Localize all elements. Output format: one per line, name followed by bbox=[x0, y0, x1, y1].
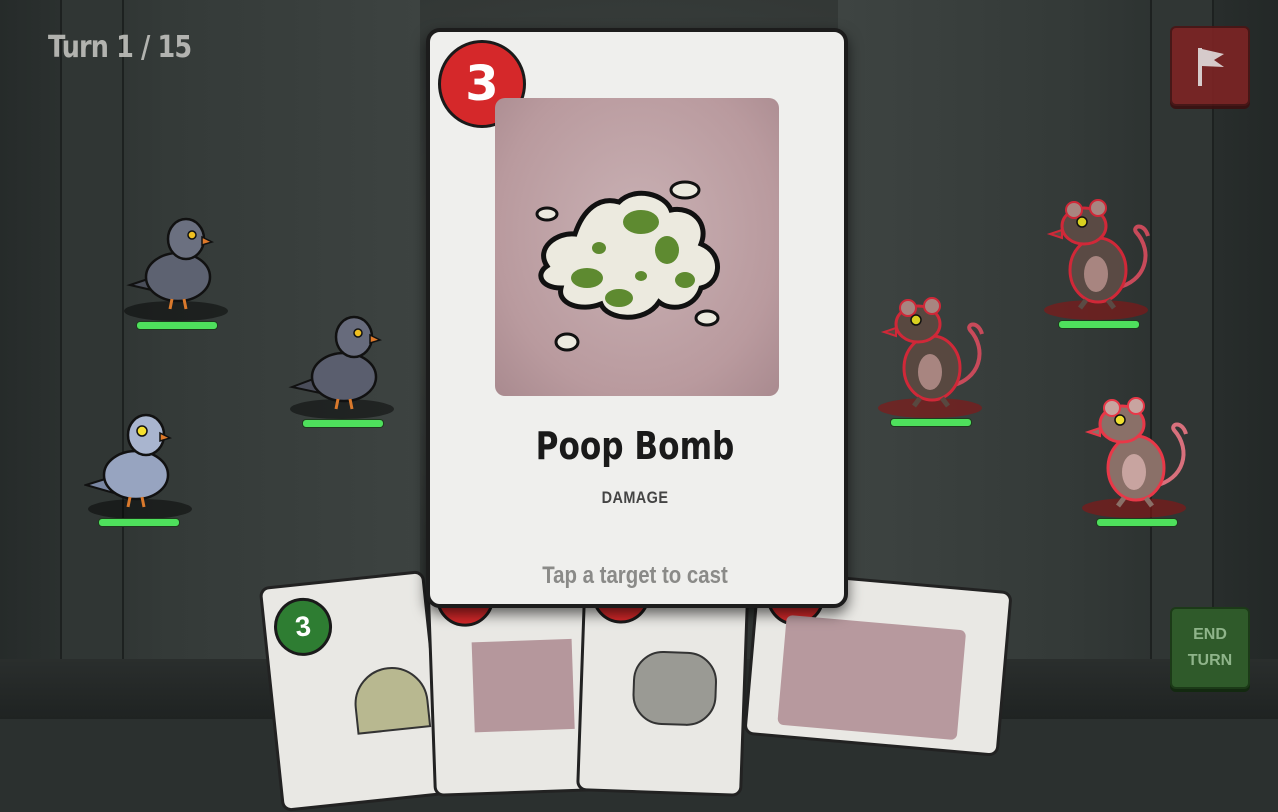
card-cost-badge: 3 bbox=[271, 595, 335, 659]
rat-sprite bbox=[1046, 199, 1150, 310]
end-turn-label-line1: END bbox=[1193, 626, 1227, 643]
pigeon-sprite bbox=[288, 315, 383, 410]
enemy-rat-3[interactable] bbox=[1074, 390, 1198, 530]
enemy-rat-1[interactable] bbox=[1036, 192, 1160, 332]
turn-counter: Turn 1 / 15 bbox=[48, 30, 192, 65]
health-bar bbox=[136, 321, 218, 330]
selected-card-art bbox=[495, 98, 779, 396]
rat-sprite bbox=[880, 297, 984, 408]
wall-pillar bbox=[60, 0, 124, 719]
card-art bbox=[777, 614, 967, 741]
selected-card-type: DAMAGE bbox=[601, 488, 669, 507]
health-bar bbox=[1058, 320, 1140, 329]
selected-card-name: Poop Bomb bbox=[535, 424, 735, 468]
end-turn-label-line2: TURN bbox=[1187, 652, 1233, 669]
surrender-button[interactable] bbox=[1170, 26, 1250, 106]
ally-pigeon-3[interactable] bbox=[84, 405, 196, 535]
pigeon-sprite bbox=[126, 217, 215, 310]
health-bar bbox=[98, 518, 180, 527]
poop-splat-icon bbox=[535, 180, 720, 352]
rat-sprite bbox=[1084, 397, 1188, 508]
ally-pigeon-2[interactable] bbox=[288, 305, 400, 435]
health-bar bbox=[1096, 518, 1178, 527]
health-bar bbox=[890, 418, 972, 427]
pigeon-sprite bbox=[84, 413, 173, 508]
card-art bbox=[631, 649, 719, 727]
ally-pigeon-1[interactable] bbox=[120, 205, 232, 335]
card-art bbox=[350, 663, 432, 735]
cast-hint: Tap a target to cast bbox=[542, 562, 728, 589]
end-turn-button[interactable]: END TURN bbox=[1170, 607, 1250, 689]
card-art bbox=[471, 638, 575, 733]
enemy-rat-2[interactable] bbox=[870, 290, 994, 430]
health-bar bbox=[302, 419, 384, 428]
flag-icon bbox=[1198, 48, 1224, 86]
hand-card-1[interactable]: 3 bbox=[258, 569, 448, 812]
